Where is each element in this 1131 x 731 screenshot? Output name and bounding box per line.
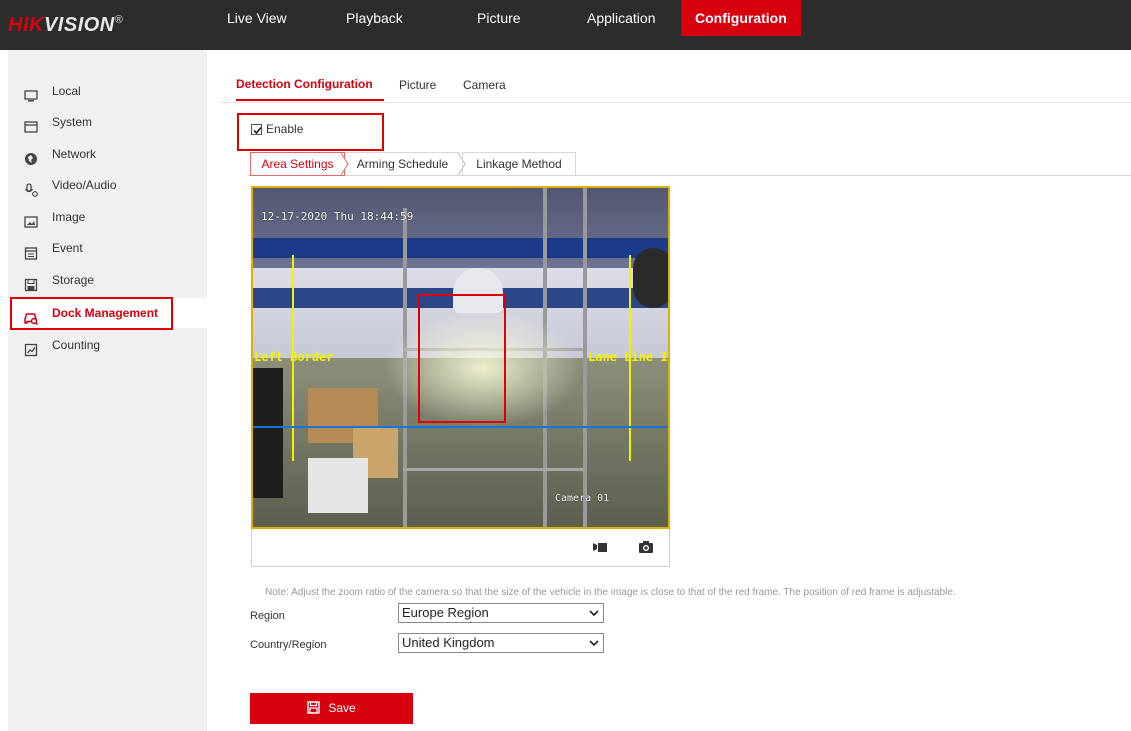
sidebar-item-label: Network bbox=[52, 147, 97, 161]
country-region-label: Country/Region bbox=[250, 639, 327, 651]
sidebar-item-video-audio[interactable]: Video/Audio bbox=[8, 170, 207, 200]
sidebar-item-label: Counting bbox=[52, 338, 101, 352]
tab-picture[interactable]: Picture bbox=[399, 78, 436, 92]
scene-object bbox=[583, 188, 587, 527]
record-icon[interactable] bbox=[592, 540, 608, 554]
subtab-area-settings[interactable]: Area Settings bbox=[250, 152, 345, 176]
sidebar-item-system[interactable]: System bbox=[8, 107, 207, 137]
scene-object bbox=[633, 248, 668, 308]
zoom-note: Note: Adjust the zoom ratio of the camer… bbox=[265, 587, 956, 598]
region-select[interactable]: Europe Region bbox=[398, 603, 604, 623]
chevron-down-icon bbox=[589, 640, 599, 647]
country-region-select[interactable]: United Kingdom bbox=[398, 633, 604, 653]
sidebar-item-local[interactable]: Local bbox=[8, 76, 207, 106]
sidebar-item-image[interactable]: Image bbox=[8, 202, 207, 232]
microphone-icon bbox=[24, 178, 38, 197]
scene-object bbox=[308, 458, 368, 513]
scene-object bbox=[253, 368, 283, 498]
vehicle-size-frame[interactable] bbox=[418, 294, 506, 423]
subtab-arming-schedule[interactable]: Arming Schedule bbox=[345, 152, 460, 176]
save-button[interactable]: Save bbox=[250, 693, 413, 724]
video-timestamp: 12-17-2020 Thu 18:44:59 bbox=[261, 210, 414, 223]
country-region-select-value: United Kingdom bbox=[402, 635, 495, 650]
globe-icon bbox=[24, 147, 38, 165]
sidebar-item-label: System bbox=[52, 115, 93, 129]
sidebar-item-network[interactable]: Network bbox=[8, 139, 207, 169]
scene-background bbox=[253, 238, 668, 258]
save-icon bbox=[24, 273, 38, 292]
hikvision-logo: HIKVISION® bbox=[8, 14, 124, 36]
save-button-label: Save bbox=[328, 701, 356, 715]
video-toolbar bbox=[251, 529, 670, 567]
live-video-preview[interactable]: 12-17-2020 Thu 18:44:59 Camera 01 Left B… bbox=[251, 186, 670, 529]
sidebar-item-event[interactable]: Event bbox=[8, 233, 207, 263]
enable-checkbox[interactable] bbox=[251, 124, 262, 135]
sidebar-item-label: Video/Audio bbox=[52, 178, 117, 192]
sidebar-item-storage[interactable]: Storage bbox=[8, 265, 207, 295]
nav-picture[interactable]: Picture bbox=[463, 0, 535, 36]
nav-live-view[interactable]: Live View bbox=[213, 0, 301, 36]
camera-icon[interactable] bbox=[638, 540, 654, 554]
sidebar-item-label: Image bbox=[52, 210, 86, 224]
save-icon bbox=[307, 701, 321, 714]
nav-playback[interactable]: Playback bbox=[332, 0, 417, 36]
tab-camera[interactable]: Camera bbox=[463, 78, 506, 92]
top-navigation-bar: HIKVISION® Live View Playback Picture Ap… bbox=[0, 0, 1131, 50]
tab-divider bbox=[220, 102, 1131, 103]
scene-object bbox=[403, 468, 583, 471]
chevron-down-icon bbox=[589, 610, 599, 617]
chart-icon bbox=[24, 338, 38, 357]
checkmark-icon bbox=[253, 126, 262, 135]
sidebar-item-label: Local bbox=[52, 84, 81, 98]
nav-application[interactable]: Application bbox=[573, 0, 670, 36]
lane-line-label: Lane Line 1 bbox=[588, 350, 668, 364]
window-icon bbox=[24, 115, 38, 133]
image-icon bbox=[24, 210, 38, 228]
sidebar-item-label: Event bbox=[52, 241, 83, 255]
sidebar-item-dock-management[interactable]: Dock Management bbox=[8, 298, 207, 328]
region-select-value: Europe Region bbox=[402, 605, 489, 620]
calendar-icon bbox=[24, 241, 38, 260]
enable-label: Enable bbox=[266, 122, 304, 136]
tab-detection-configuration[interactable]: Detection Configuration bbox=[236, 77, 373, 91]
detection-line[interactable] bbox=[253, 426, 668, 428]
car-search-icon bbox=[24, 306, 39, 326]
region-label: Region bbox=[250, 610, 285, 622]
sidebar-item-label: Dock Management bbox=[52, 306, 159, 320]
nav-configuration[interactable]: Configuration bbox=[681, 0, 801, 36]
monitor-icon bbox=[24, 84, 38, 102]
tab-active-indicator bbox=[236, 99, 384, 101]
sidebar-item-counting[interactable]: Counting bbox=[8, 330, 207, 360]
video-camera-name: Camera 01 bbox=[555, 493, 610, 504]
left-border-label: Left Border bbox=[254, 350, 334, 364]
sidebar-item-label: Storage bbox=[52, 273, 95, 287]
subtab-linkage-method[interactable]: Linkage Method bbox=[462, 152, 576, 176]
